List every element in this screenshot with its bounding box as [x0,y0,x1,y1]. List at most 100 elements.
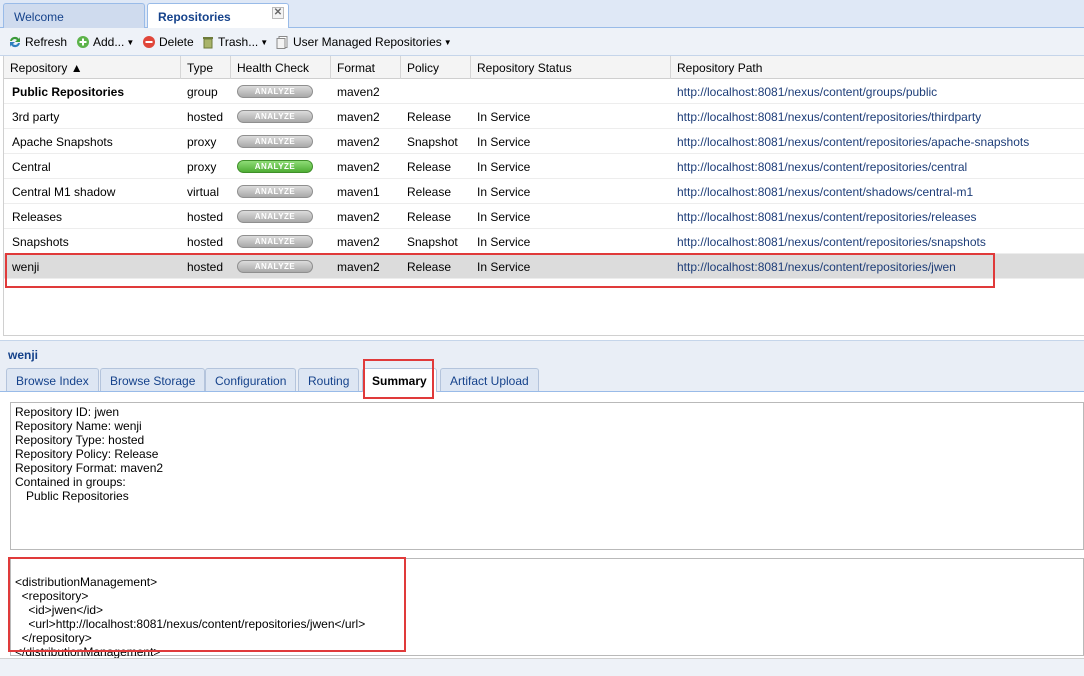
table-row[interactable]: Central M1 shadow virtual ANALYZE maven1… [4,179,1084,204]
group-member: Public Repositories [26,489,129,503]
add-label: Add... [93,35,125,49]
table-row[interactable]: Public Repositories group ANALYZE maven2… [4,79,1084,104]
repo-name: Releases [12,210,63,224]
refresh-button[interactable]: Refresh [8,34,67,50]
repository-grid: Repository ▲ Type Health Check Format Po… [3,56,1084,336]
distribution-management-snippet[interactable]: <distributionManagement> <repository> <i… [10,558,1084,659]
column-header-format[interactable]: Format [331,56,401,79]
close-icon[interactable]: ✕ [272,7,284,19]
table-row-selected[interactable]: wenji hosted ANALYZE maven2 Release In S… [4,254,1084,279]
repo-name: Central M1 shadow [12,185,116,199]
user-managed-label: User Managed Repositories [293,35,442,49]
xml-line: <distributionManagement> [15,575,158,589]
table-row[interactable]: 3rd party hosted ANALYZE maven2 Release … [4,104,1084,129]
analyze-button[interactable]: ANALYZE [237,135,313,148]
column-header-type[interactable]: Type [181,56,231,79]
tab-summary[interactable]: Summary [362,368,437,392]
repo-path-link[interactable]: http://localhost:8081/nexus/content/repo… [671,104,1084,129]
refresh-icon [10,36,20,48]
refresh-label: Refresh [25,35,68,49]
tab-configuration[interactable]: Configuration [205,368,297,391]
repo-policy: Release [407,260,452,274]
delete-button[interactable]: Delete [142,34,194,50]
repo-policy: Release [407,160,452,174]
repo-policy: Release [407,185,452,199]
repo-type: hosted [187,210,224,224]
analyze-button[interactable]: ANALYZE [237,235,313,248]
column-header-repository-status[interactable]: Repository Status [471,56,671,79]
analyze-button[interactable]: ANALYZE [237,185,313,198]
chevron-down-icon: ▼ [443,37,452,47]
toolbar: Refresh Add... ▼ Delete Trash... ▼ User … [0,28,1084,56]
repo-name: Apache Snapshots [12,135,113,149]
repo-policy: Snapshot [407,235,458,249]
summary-line: Contained in groups: [15,475,126,489]
tab-routing[interactable]: Routing [298,368,360,391]
table-row[interactable]: Central proxy ANALYZE maven2 Release In … [4,154,1084,179]
analyze-button[interactable]: ANALYZE [237,210,313,223]
tab-repositories[interactable]: Repositories ✕ [147,3,289,29]
detail-tabs: Browse Index Browse Storage Configuratio… [0,366,1084,392]
repo-format: maven2 [337,235,380,249]
repo-path-link[interactable]: http://localhost:8081/nexus/content/repo… [671,129,1084,154]
footer-bar [0,658,1084,676]
tab-artifact-upload[interactable]: Artifact Upload [440,368,539,391]
repo-format: maven2 [337,135,380,149]
summary-line: Repository ID: jwen [15,405,120,419]
analyze-button[interactable]: ANALYZE [237,85,313,98]
trash-icon [203,37,213,49]
repo-type: proxy [187,160,217,174]
delete-label: Delete [159,35,194,49]
repo-name: wenji [12,260,40,274]
add-button[interactable]: Add... ▼ [76,34,134,50]
column-header-policy[interactable]: Policy [401,56,471,79]
column-header-repository-path[interactable]: Repository Path [671,56,1084,79]
summary-line: Repository Policy: Release [15,447,159,461]
tab-browse-index[interactable]: Browse Index [6,368,99,391]
xml-line: <id>jwen</id> [15,603,104,617]
repo-status: In Service [477,185,531,199]
repo-name: Snapshots [12,235,69,249]
tab-repositories-label: Repositories [158,10,231,24]
repo-path-link[interactable]: http://localhost:8081/nexus/content/repo… [671,154,1084,179]
repo-path-link[interactable]: http://localhost:8081/nexus/content/repo… [671,229,1084,254]
repo-status [471,79,671,104]
analyze-button[interactable]: ANALYZE [237,260,313,273]
chevron-down-icon: ▼ [260,37,269,47]
column-header-repository[interactable]: Repository ▲ [4,56,181,79]
repo-path-link[interactable]: http://localhost:8081/nexus/content/shad… [671,179,1084,204]
table-row[interactable]: Apache Snapshots proxy ANALYZE maven2 Sn… [4,129,1084,154]
user-managed-repositories-button[interactable]: User Managed Repositories ▼ [276,34,452,50]
repo-status: In Service [477,135,531,149]
table-row[interactable]: Releases hosted ANALYZE maven2 Release I… [4,204,1084,229]
repo-name: 3rd party [12,110,60,124]
repo-path-link[interactable]: http://localhost:8081/nexus/content/grou… [671,79,1084,104]
tab-browse-storage[interactable]: Browse Storage [100,368,206,391]
trash-label: Trash... [218,35,259,49]
tab-welcome[interactable]: Welcome [3,3,145,28]
table-row[interactable]: Snapshots hosted ANALYZE maven2 Snapshot… [4,229,1084,254]
detail-panel-title: wenji [0,340,1084,366]
repo-path-link[interactable]: http://localhost:8081/nexus/content/repo… [671,204,1084,229]
repo-status: In Service [477,110,531,124]
repo-format: maven2 [337,110,380,124]
repo-type: group [187,85,218,99]
repo-status: In Service [477,235,531,249]
repo-status: In Service [477,260,531,274]
repo-policy: Release [407,210,452,224]
analyze-button[interactable]: ANALYZE [237,160,313,173]
xml-line: <repository> [15,589,89,603]
repo-format: maven2 [337,160,380,174]
repo-status: In Service [477,210,531,224]
trash-button[interactable]: Trash... ▼ [201,34,268,50]
repo-type: hosted [187,235,224,249]
repo-path-link[interactable]: http://localhost:8081/nexus/content/repo… [671,254,1084,279]
summary-line: Repository Name: wenji [15,419,142,433]
xml-line: <url>http://localhost:8081/nexus/content… [15,617,366,631]
chevron-down-icon: ▼ [126,37,135,47]
analyze-button[interactable]: ANALYZE [237,110,313,123]
repo-format: maven2 [337,260,380,274]
column-header-health-check[interactable]: Health Check [231,56,331,79]
repo-policy: Release [407,110,452,124]
document-icon [276,36,288,49]
